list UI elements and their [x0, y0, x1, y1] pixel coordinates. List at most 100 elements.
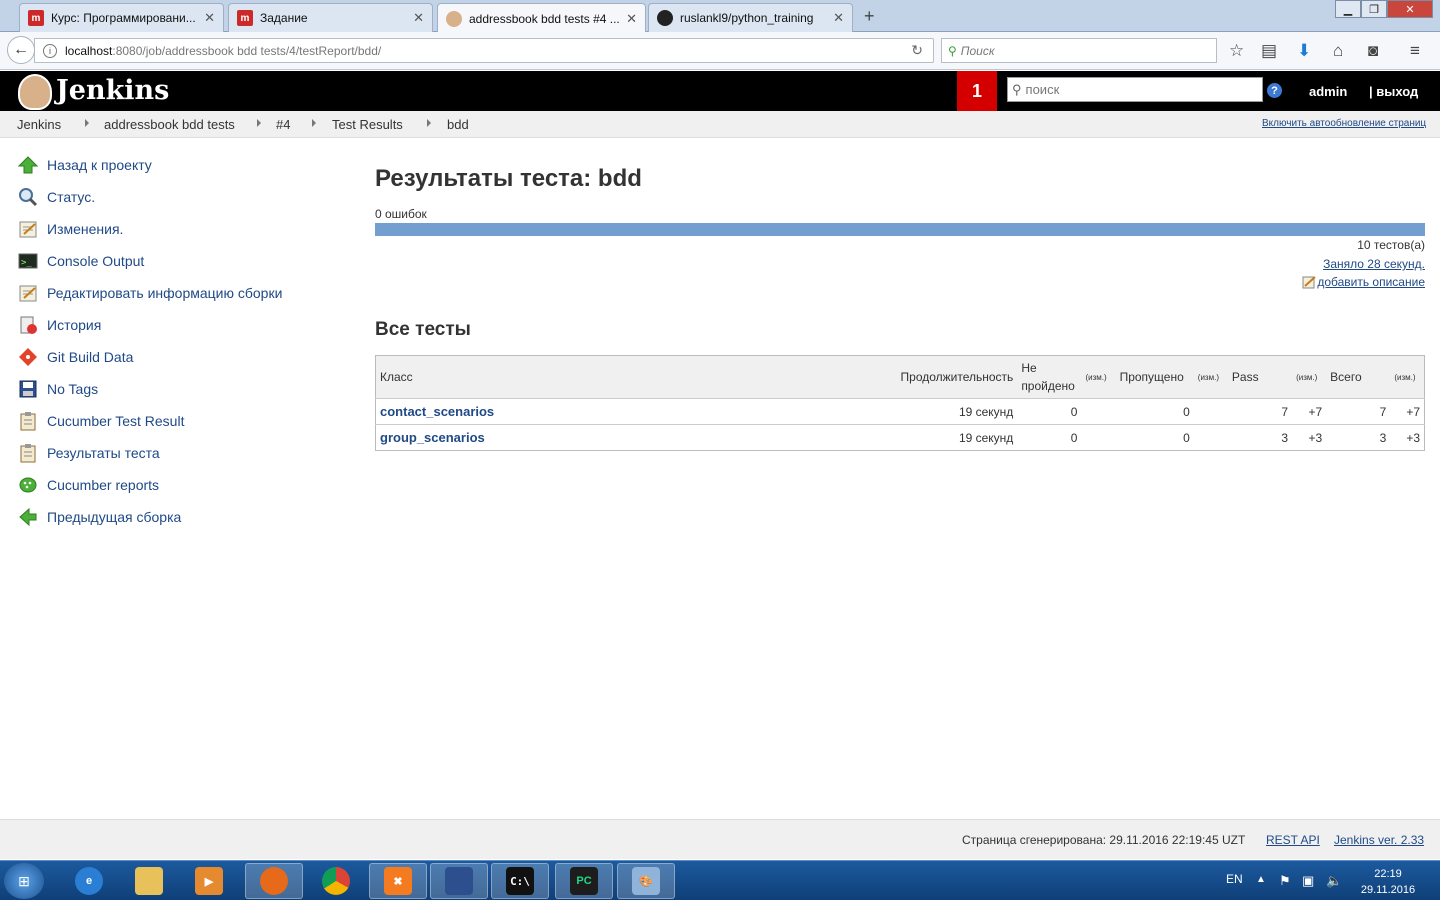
column-header-duration[interactable]: Продолжительность: [886, 355, 1018, 399]
jenkins-title[interactable]: Jenkins: [56, 75, 169, 106]
sidebar-item-label: Результаты теста: [47, 445, 160, 461]
sidebar-item-back-to-project[interactable]: Назад к проекту: [17, 154, 152, 176]
chevron-right-icon[interactable]: [312, 119, 316, 127]
new-tab-button[interactable]: +: [864, 6, 875, 27]
took-link[interactable]: Заняло 28 секунд.: [1323, 257, 1425, 271]
breadcrumb-item[interactable]: #4: [276, 117, 290, 132]
taskbar-firefox[interactable]: [245, 863, 303, 899]
close-icon[interactable]: ✕: [413, 10, 424, 26]
taskbar-pycharm[interactable]: PC: [555, 863, 613, 899]
browser-search-input[interactable]: ⚲ Поиск: [941, 38, 1217, 63]
save-icon: [445, 867, 473, 895]
chevron-right-icon[interactable]: [85, 119, 89, 127]
close-window-button[interactable]: ✕: [1387, 0, 1433, 18]
menu-icon[interactable]: ≡: [1410, 41, 1420, 61]
taskbar-internet-explorer[interactable]: e: [60, 863, 118, 899]
column-header-pass[interactable]: Pass: [1227, 355, 1293, 399]
breadcrumb-item[interactable]: Jenkins: [17, 117, 61, 132]
close-icon[interactable]: ✕: [204, 10, 215, 26]
column-header-failed-diff[interactable]: (изм.): [1081, 355, 1116, 399]
browser-tab[interactable]: m Курс: Программировани... ✕: [19, 3, 224, 32]
notification-badge[interactable]: 1: [957, 71, 997, 111]
browser-tab[interactable]: m Задание ✕: [228, 3, 433, 32]
column-header-skipped-diff[interactable]: (изм.): [1193, 355, 1228, 399]
browser-tab-active[interactable]: addressbook bdd tests #4 ... ✕: [437, 3, 646, 33]
taskbar-chrome[interactable]: [307, 863, 365, 899]
sidebar-item-cucumber-reports[interactable]: Cucumber reports: [17, 474, 159, 496]
column-header-total-diff[interactable]: (изм.): [1390, 355, 1425, 399]
sidebar-item-label: Cucumber reports: [47, 477, 160, 493]
sidebar-item-cucumber-test-result[interactable]: Cucumber Test Result: [17, 410, 184, 432]
tray-chevron-up-icon[interactable]: ▲: [1256, 874, 1266, 885]
url-host: localhost: [65, 43, 113, 58]
breadcrumb-item[interactable]: Test Results: [332, 117, 403, 132]
sidebar-item-label: Статус.: [47, 189, 96, 205]
sidebar-item-history[interactable]: История: [17, 314, 101, 336]
column-header-total[interactable]: Всего: [1326, 355, 1391, 399]
tab-title: addressbook bdd tests #4 ...: [469, 11, 620, 26]
taskbar-xampp[interactable]: ✖: [369, 863, 427, 899]
reading-list-icon[interactable]: ▤: [1261, 41, 1277, 61]
tab-title: Курс: Программировани...: [51, 11, 196, 25]
sidebar-item-previous-build[interactable]: Предыдущая сборка: [17, 506, 181, 528]
info-icon[interactable]: i: [43, 43, 57, 58]
download-icon[interactable]: ⬇: [1297, 41, 1311, 61]
total-diff-cell: +3: [1390, 424, 1425, 451]
column-header-skipped[interactable]: Пропущено: [1115, 355, 1194, 399]
volume-icon[interactable]: 🔈: [1326, 873, 1342, 889]
windows-start-icon[interactable]: ⊞: [4, 863, 44, 899]
sidebar-item-git-build-data[interactable]: Git Build Data: [17, 346, 133, 368]
github-icon: [657, 10, 673, 26]
url-bar[interactable]: i localhost:8080/job/addressbook bdd tes…: [34, 38, 934, 63]
rest-api-link[interactable]: REST API: [1266, 833, 1320, 847]
terminal-icon: C:\: [506, 867, 534, 895]
taskbar-cmd[interactable]: C:\: [491, 863, 549, 899]
sidebar-item-console-output[interactable]: >_ Console Output: [17, 250, 144, 272]
help-icon[interactable]: ?: [1267, 83, 1282, 98]
sidebar-item-edit-build-info[interactable]: Редактировать информацию сборки: [17, 282, 282, 304]
user-link[interactable]: admin: [1309, 84, 1347, 99]
chevron-right-icon[interactable]: [427, 119, 431, 127]
close-icon[interactable]: ✕: [626, 11, 637, 27]
back-button[interactable]: ←: [7, 36, 35, 64]
action-center-flag-icon[interactable]: ⚑: [1279, 873, 1291, 889]
terminal-icon: >_: [17, 250, 39, 272]
column-header-class[interactable]: Класс: [375, 355, 887, 399]
sidebar-item-changes[interactable]: Изменения.: [17, 218, 123, 240]
system-clock[interactable]: 22:19 29.11.2016: [1356, 866, 1420, 898]
breadcrumb-item[interactable]: addressbook bdd tests: [104, 117, 235, 132]
logout-link[interactable]: | выход: [1369, 84, 1418, 99]
language-indicator[interactable]: EN: [1226, 872, 1243, 886]
all-tests-heading: Все тесты: [375, 319, 471, 340]
class-link[interactable]: group_scenarios: [380, 430, 485, 445]
breadcrumb-item[interactable]: bdd: [447, 117, 469, 132]
jenkins-search-input[interactable]: ⚲ поиск: [1007, 77, 1263, 102]
column-header-failed[interactable]: Не пройдено: [1017, 355, 1082, 399]
autorefresh-link[interactable]: Включить автообновление страниц: [1262, 118, 1426, 129]
network-icon[interactable]: ▣: [1302, 873, 1314, 889]
clipboard-icon: [17, 410, 39, 432]
notepad-icon: [17, 218, 39, 240]
sidebar-item-test-results[interactable]: Результаты теста: [17, 442, 160, 464]
taskbar-paint[interactable]: 🎨: [617, 863, 675, 899]
minimize-button[interactable]: ▁: [1335, 0, 1361, 18]
sidebar-item-status[interactable]: Статус.: [17, 186, 95, 208]
reload-icon[interactable]: ↻: [911, 42, 923, 59]
home-icon[interactable]: ⌂: [1333, 41, 1343, 61]
bookmark-star-icon[interactable]: ☆: [1229, 41, 1244, 61]
taskbar-save-app[interactable]: [430, 863, 488, 899]
add-description-link[interactable]: добавить описание: [1302, 275, 1425, 289]
class-cell: contact_scenarios: [375, 398, 887, 425]
jenkins-logo-icon[interactable]: [18, 74, 52, 110]
chevron-right-icon[interactable]: [257, 119, 261, 127]
taskbar-media-player[interactable]: ▶: [180, 863, 238, 899]
browser-tab[interactable]: ruslankl9/python_training ✕: [648, 3, 853, 32]
maximize-button[interactable]: ❐: [1361, 0, 1387, 18]
column-header-pass-diff[interactable]: (изм.): [1292, 355, 1327, 399]
class-link[interactable]: contact_scenarios: [380, 404, 494, 419]
taskbar-explorer[interactable]: [120, 863, 178, 899]
sidebar-item-no-tags[interactable]: No Tags: [17, 378, 98, 400]
close-icon[interactable]: ✕: [833, 10, 844, 26]
pocket-icon[interactable]: ◙: [1368, 41, 1378, 61]
jenkins-version-link[interactable]: Jenkins ver. 2.33: [1334, 833, 1424, 847]
